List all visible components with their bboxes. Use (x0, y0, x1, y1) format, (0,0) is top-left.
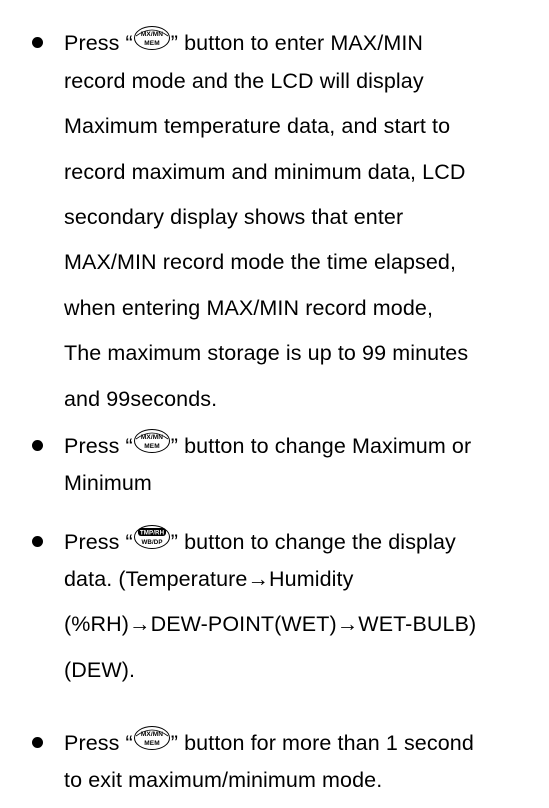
icon-bottom-label: MEM (144, 40, 159, 47)
icon-bottom-label: MEM (144, 740, 159, 747)
bullet-line: secondary display shows that enter (64, 205, 404, 229)
icon-bottom-label: WB/DP (141, 539, 162, 546)
bullet-line: (%RH)→DEW-POINT(WET)→WET-BULB) (64, 612, 477, 636)
bullet-dot (32, 737, 43, 748)
bullet-line: Press “ TMP/RH WB/DP ” button to change … (64, 525, 456, 554)
bullet-dot (32, 37, 43, 48)
bullet-line: MAX/MIN record mode the time elapsed, (64, 250, 457, 274)
bullet-line: Maximum temperature data, and start to (64, 114, 451, 138)
bullet-line: and 99seconds. (64, 387, 218, 411)
bullet-line: The maximum storage is up to 99 minutes (64, 341, 469, 365)
text-fragment: Press “ (64, 731, 133, 755)
text-fragment: Press “ (64, 434, 133, 458)
max-min-mem-button-icon: MX/MN MEM (133, 428, 171, 453)
bullet-line: Press “ MX/MN MEM ” button for more than… (64, 726, 474, 755)
text-fragment: ” button to change Maximum or (170, 434, 472, 458)
bullet-line: data. (Temperature→Humidity (64, 567, 354, 591)
bullet-line: Minimum (64, 471, 152, 495)
text-fragment: ” button to enter MAX/MIN (170, 31, 424, 55)
bullet-line: to exit maximum/minimum mode. (64, 768, 383, 792)
text-fragment: Press “ (64, 31, 133, 55)
bullet-dot (32, 440, 43, 451)
bullet-line: Press “ MX/MN MEM ” button to change Max… (64, 429, 472, 458)
bullet-dot (32, 536, 43, 547)
text-fragment: ” button for more than 1 second (170, 731, 474, 755)
icon-top-label: MX/MN (141, 31, 163, 38)
bullet-line: Press “ MX/MN MEM ” button to enter MAX/… (64, 26, 424, 55)
icon-top-label: MX/MN (141, 731, 163, 738)
bullet-line: when entering MAX/MIN record mode, (64, 296, 434, 320)
icon-bottom-label: MEM (144, 443, 159, 450)
icon-top-label: TMP/RH (140, 530, 165, 537)
max-min-mem-button-icon: MX/MN MEM (133, 25, 171, 50)
bullet-line: (DEW). (64, 658, 136, 682)
bullet-line: record maximum and minimum data, LCD (64, 160, 466, 184)
max-min-mem-button-icon: MX/MN MEM (133, 725, 171, 750)
icon-top-label: MX/MN (141, 434, 163, 441)
tmp-rh-wb-dp-button-icon: TMP/RH WB/DP (133, 524, 171, 549)
bullet-line: record mode and the LCD will display (64, 69, 424, 93)
text-fragment: Press “ (64, 530, 133, 554)
text-fragment: ” button to change the display (170, 530, 456, 554)
